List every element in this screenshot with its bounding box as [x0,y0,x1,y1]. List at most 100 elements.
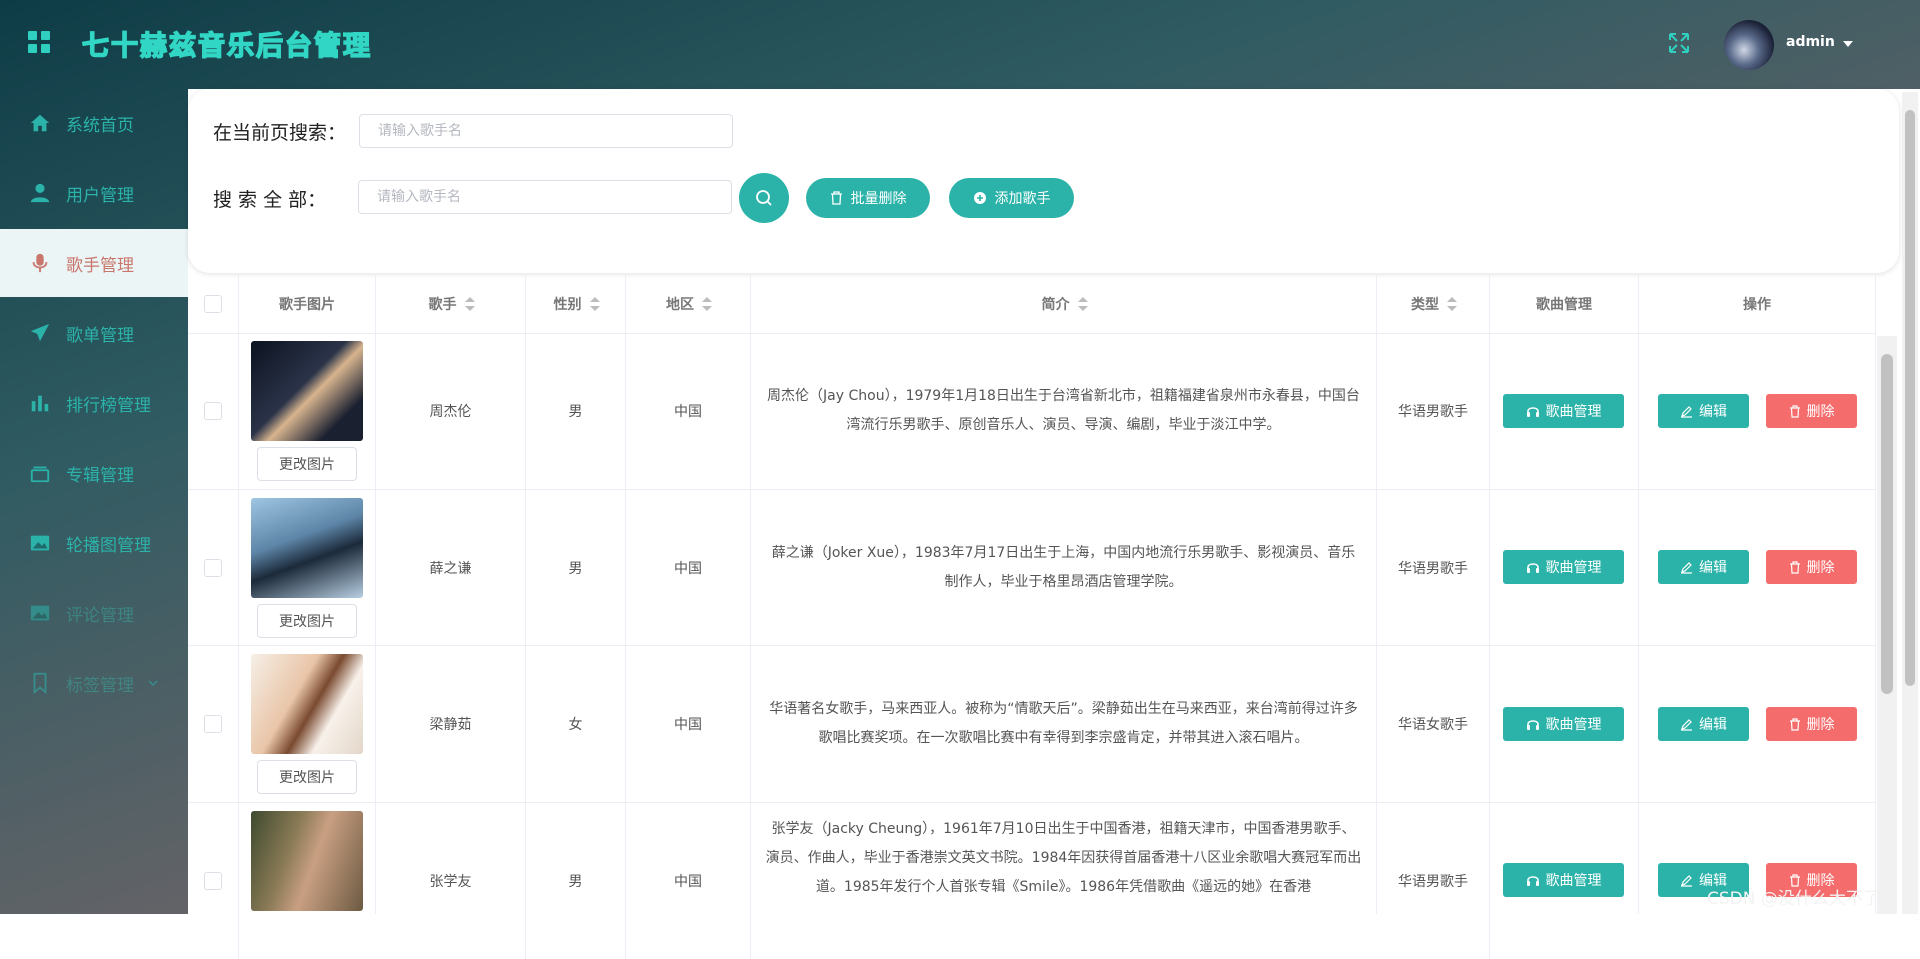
sort-icon[interactable] [589,297,600,311]
headphones-icon [1526,563,1539,573]
intro-cell: 华语著名女歌手，马来西亚人。被称为“情歌天后”。梁静茹出生在马来西亚，来台湾前得… [751,646,1377,802]
change-photo-button[interactable]: 更改图片 [257,760,357,794]
sort-icon[interactable] [702,297,712,311]
row-checkbox[interactable] [204,402,222,420]
menu-grid-icon[interactable] [28,31,50,53]
song-manage-label: 歌曲管理 [1545,560,1602,576]
song-manage-label: 歌曲管理 [1545,404,1602,420]
headphones-icon [1526,876,1539,886]
sort-icon[interactable] [1077,297,1088,311]
singer-region: 中国 [626,490,751,645]
trash-icon [830,191,842,205]
singer-sex: 女 [526,646,626,802]
scrollbar-thumb[interactable] [1881,354,1893,694]
page-scrollbar[interactable] [1902,92,1918,914]
change-photo-button[interactable]: 更改图片 [257,604,357,638]
col-ops: 操作 [1639,275,1876,333]
batch-delete-button[interactable]: 批量删除 [806,178,930,218]
sidebar-item-label: 歌手管理 [66,255,134,276]
delete-button[interactable]: 删除 [1766,550,1857,584]
top-header: 七十赫兹音乐后台管理 admin [0,0,1920,89]
sidebar-item-tags[interactable]: 标签管理 [0,649,188,717]
edit-button[interactable]: 编辑 [1658,394,1749,428]
add-singer-label: 添加歌手 [994,191,1051,207]
edit-label: 编辑 [1699,404,1727,420]
sort-icon[interactable] [1447,297,1457,311]
page-search-input[interactable] [359,114,733,148]
search-button[interactable] [739,173,789,223]
col-intro[interactable]: 简介 [751,275,1377,333]
edit-button[interactable]: 编辑 [1658,550,1749,584]
song-manage-label: 歌曲管理 [1545,873,1602,889]
song-manage-button[interactable]: 歌曲管理 [1503,550,1624,584]
chevron-down-icon[interactable] [147,677,159,689]
global-search-label: 搜 索 全 部： [213,189,327,211]
edit-icon [1681,561,1692,574]
plus-circle-icon [973,192,986,204]
singer-name: 张学友 [376,803,526,959]
fullscreen-icon[interactable] [1667,31,1691,55]
paper-plane-icon [30,323,50,342]
watermark: CSDN @没什么大不了、 [1707,889,1897,909]
sidebar-item-label: 轮播图管理 [66,535,151,556]
select-all-checkbox[interactable] [204,295,222,313]
album-icon [30,466,50,483]
delete-button[interactable]: 删除 [1766,394,1857,428]
sidebar: 系统首页 用户管理 歌手管理 歌单管理 排行榜管理 专辑管理 轮播图管理 评论管… [0,89,188,914]
delete-label: 删除 [1806,717,1835,733]
col-type[interactable]: 类型 [1377,275,1490,333]
sidebar-item-label: 用户管理 [66,185,134,206]
edit-icon [1681,874,1692,887]
global-search-input[interactable] [358,180,732,214]
sidebar-item-playlists[interactable]: 歌单管理 [0,299,188,367]
sidebar-item-users[interactable]: 用户管理 [0,159,188,227]
col-region[interactable]: 地区 [626,275,751,333]
sidebar-item-rankings[interactable]: 排行榜管理 [0,369,188,437]
sidebar-item-banners[interactable]: 轮播图管理 [0,509,188,577]
col-songs-label: 歌曲管理 [1536,297,1592,313]
col-photo-label: 歌手图片 [279,297,335,313]
edit-button[interactable]: 编辑 [1658,707,1749,741]
song-manage-button[interactable]: 歌曲管理 [1503,863,1624,897]
col-singer[interactable]: 歌手 [376,275,526,333]
sidebar-item-home[interactable]: 系统首页 [0,89,188,157]
song-manage-button[interactable]: 歌曲管理 [1503,394,1624,428]
singer-intro: 薛之谦（Joker Xue），1983年7月17日出生于上海，中国内地流行乐男歌… [771,544,1356,590]
row-checkbox[interactable] [204,872,222,890]
change-photo-button[interactable]: 更改图片 [257,447,357,481]
song-manage-button[interactable]: 歌曲管理 [1503,707,1624,741]
row-select-cell [188,803,239,959]
headphones-icon [1526,407,1539,417]
user-icon [30,183,50,203]
chevron-down-icon[interactable] [1843,41,1853,47]
avatar[interactable] [1724,20,1774,70]
sidebar-item-singers[interactable]: 歌手管理 [0,229,188,297]
bar-chart-icon [31,395,49,412]
username[interactable]: admin [1786,34,1835,50]
sort-icon[interactable] [464,297,475,311]
table-scrollbar[interactable] [1877,336,1897,914]
sidebar-item-comments[interactable]: 评论管理 [0,579,188,647]
singer-sex: 男 [526,490,626,645]
songs-cell [1490,803,1639,914]
picture-icon [30,605,50,621]
photo-cell: 更改图片 [239,646,376,802]
row-checkbox[interactable] [204,558,222,577]
photo-cell: 更改图片 [239,333,376,489]
edit-icon [1681,405,1692,418]
scrollbar-thumb[interactable] [1905,110,1915,686]
singer-region: 中国 [626,333,751,489]
intro-cell: 张学友（Jacky Cheung），1961年7月10日出生于中国香港，祖籍天津… [751,803,1377,914]
sidebar-item-label: 专辑管理 [66,465,134,486]
singer-intro: 周杰伦（Jay Chou），1979年1月18日出生于台湾省新北市，祖籍福建省泉… [767,388,1360,433]
sidebar-item-albums[interactable]: 专辑管理 [0,439,188,507]
col-sex-label: 性别 [553,297,582,313]
add-singer-button[interactable]: 添加歌手 [949,178,1074,218]
row-checkbox[interactable] [204,715,222,733]
sidebar-item-label: 标签管理 [66,675,134,696]
sidebar-item-label: 排行榜管理 [66,395,151,416]
col-sex[interactable]: 性别 [526,275,626,333]
delete-button[interactable]: 删除 [1766,707,1857,741]
singer-region: 中国 [626,646,751,802]
singer-photo [251,811,363,911]
